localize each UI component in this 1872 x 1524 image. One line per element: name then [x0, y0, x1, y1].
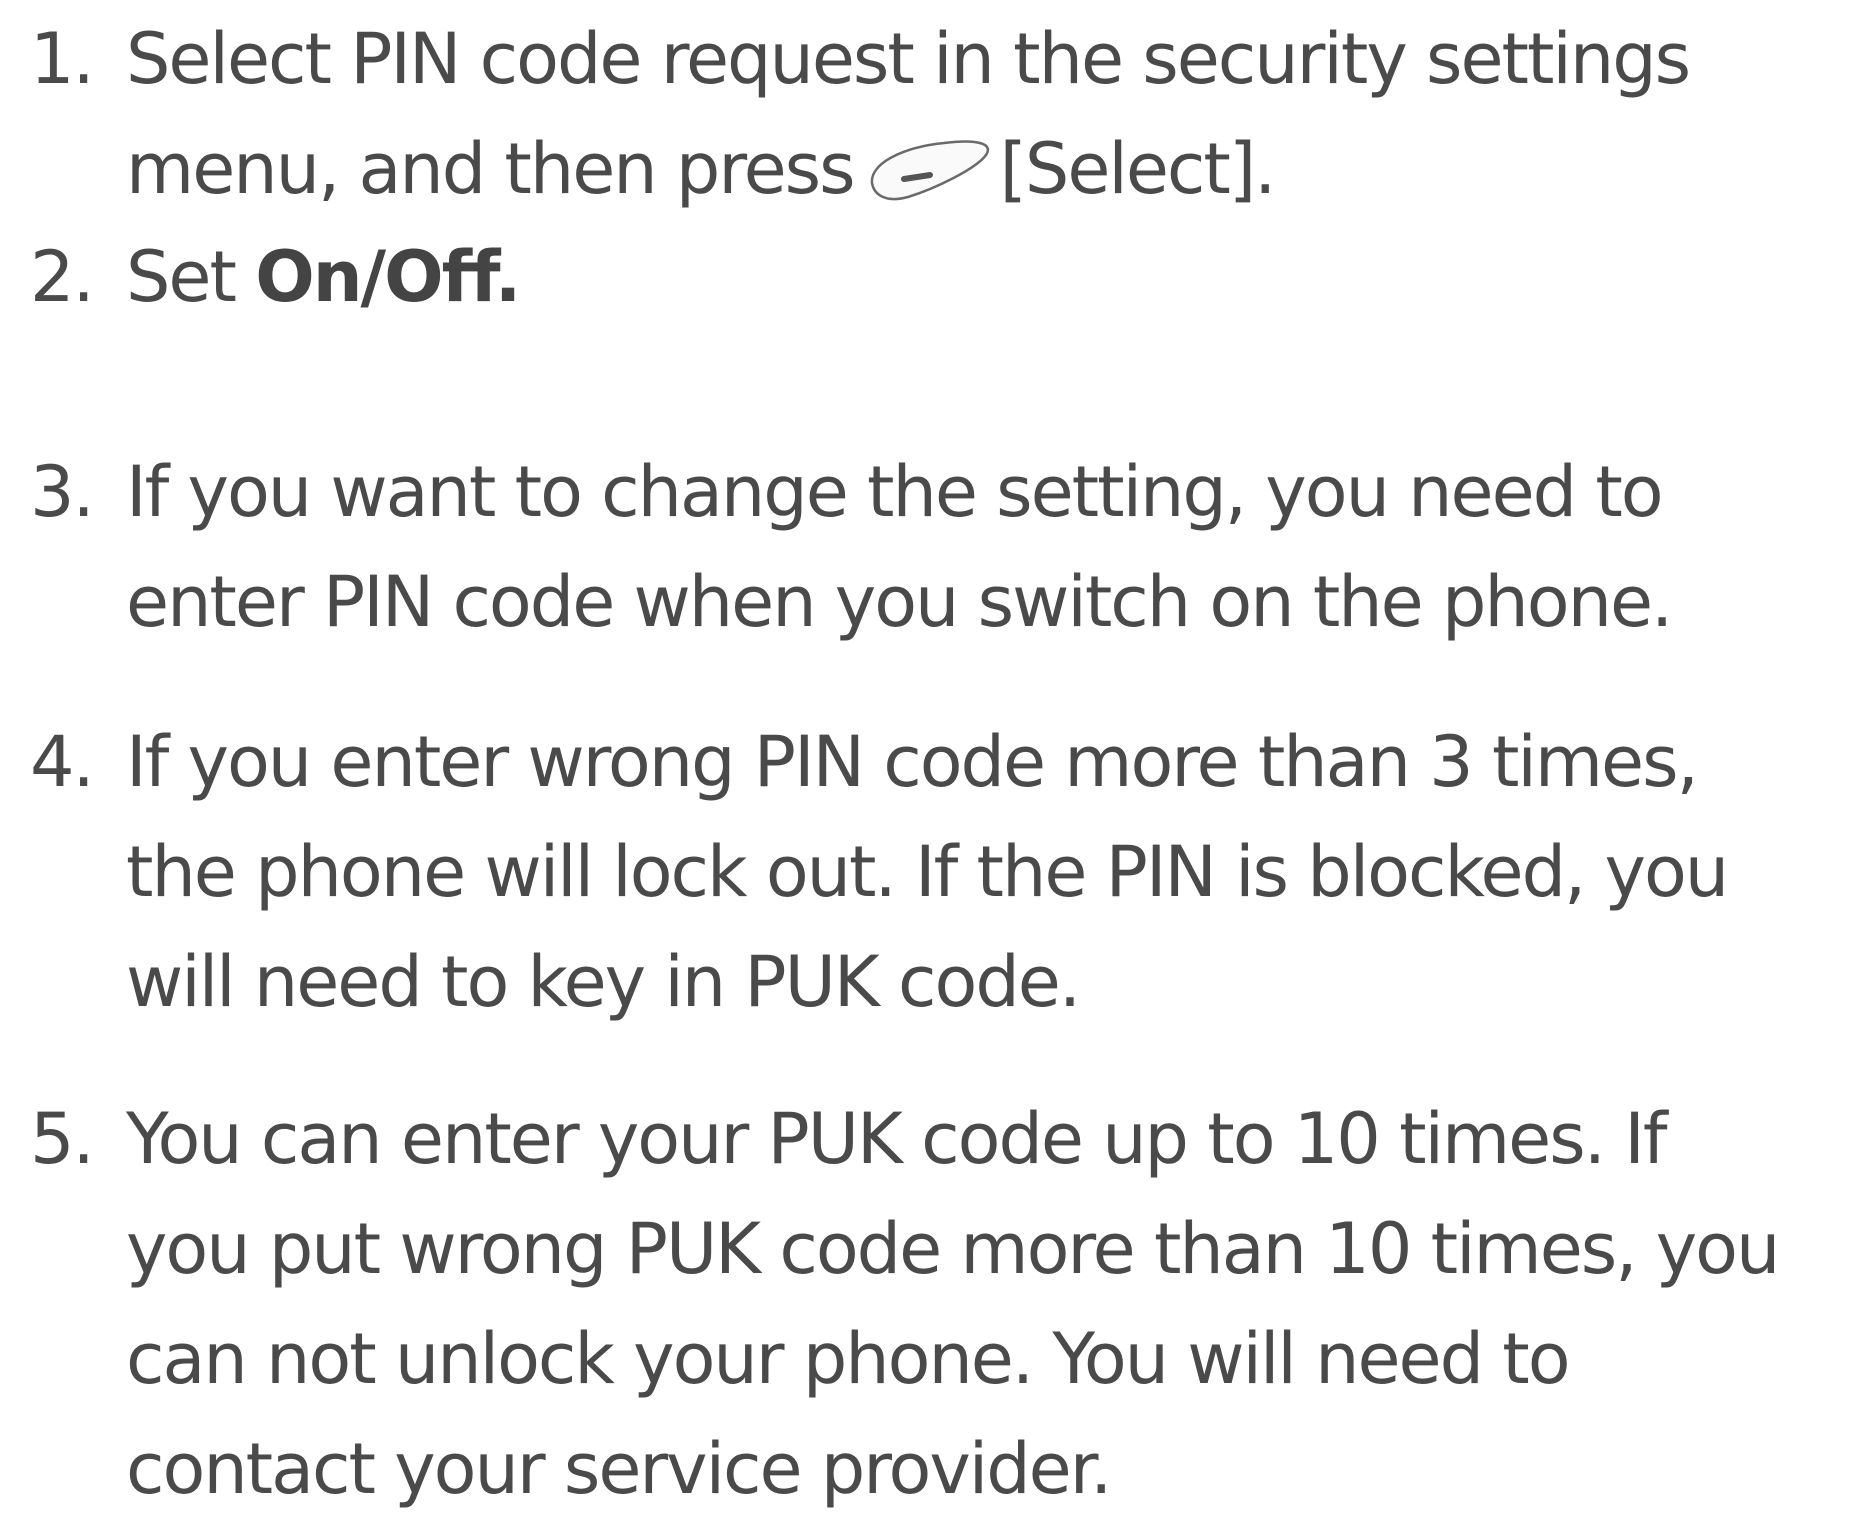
step-number: 5.	[30, 1098, 95, 1180]
step-prefix: Set	[126, 236, 256, 318]
step-number: 2.	[30, 236, 95, 318]
step-line: contact your service provider.	[126, 1428, 1112, 1510]
step-line: will need to key in PUK code.	[126, 941, 1081, 1023]
select-label: [Select].	[999, 128, 1277, 210]
step-number: 3.	[30, 451, 95, 533]
step-line-with-key: menu, and then press [Select].	[126, 114, 1862, 224]
step-line: If you want to change the setting, you n…	[126, 451, 1664, 533]
step-line: You can enter your PUK code up to 10 tim…	[126, 1098, 1668, 1180]
step-text: Select PIN code request in the security …	[126, 4, 1862, 224]
step-text: If you enter wrong PIN code more than 3 …	[126, 707, 1862, 1037]
step-line: the phone will lock out. If the PIN is b…	[126, 831, 1729, 913]
on-off-option: On/Off.	[255, 236, 521, 318]
step-line: you put wrong PUK code more than 10 time…	[126, 1208, 1780, 1290]
step-line: If you enter wrong PIN code more than 3 …	[126, 721, 1699, 803]
step-text: Set On/Off.	[126, 222, 1862, 332]
step-line: Set On/Off.	[126, 222, 1862, 332]
step-text: If you want to change the setting, you n…	[126, 437, 1862, 657]
step-number: 1.	[30, 18, 95, 100]
soft-key-icon	[864, 133, 996, 205]
step-line: can not unlock your phone. You will need…	[126, 1318, 1571, 1400]
step-number: 4.	[30, 721, 95, 803]
step-line: enter PIN code when you switch on the ph…	[126, 561, 1673, 643]
step-line-text: menu, and then press	[126, 128, 856, 210]
instruction-list: 1. Select PIN code request in the securi…	[0, 0, 1872, 1510]
step-line: Select PIN code request in the security …	[126, 18, 1691, 100]
step-text: You can enter your PUK code up to 10 tim…	[126, 1084, 1862, 1524]
